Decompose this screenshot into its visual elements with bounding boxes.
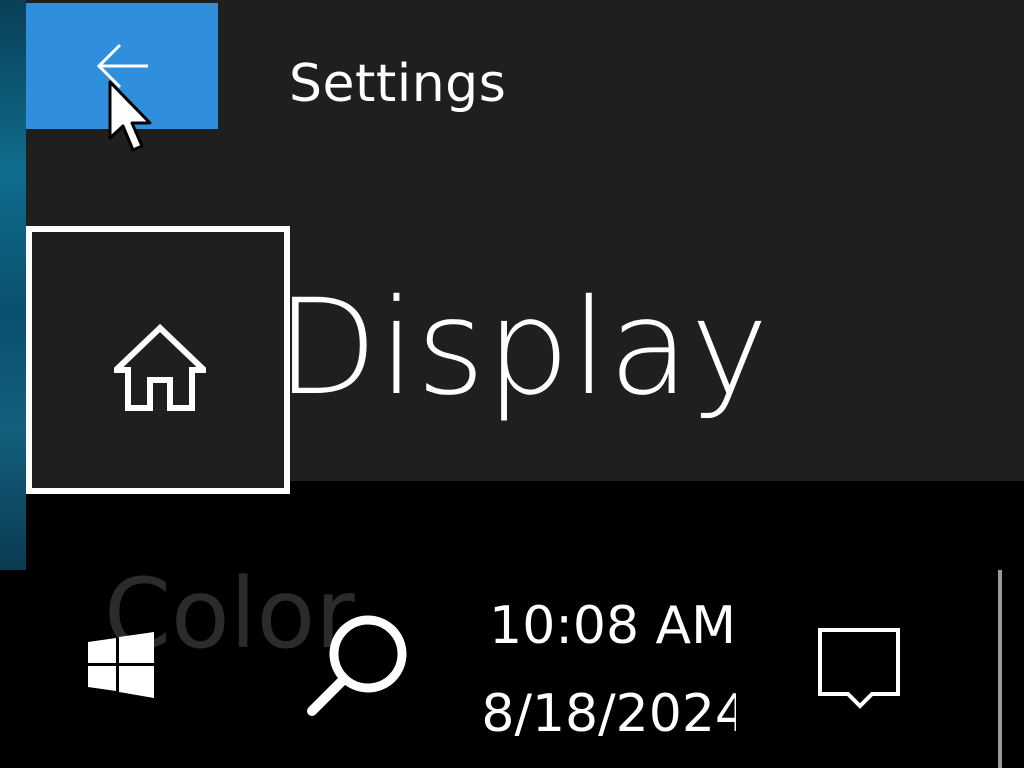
notification-icon [818,628,900,709]
home-button[interactable] [26,226,290,494]
app-title: Settings [289,54,507,114]
action-center-button[interactable] [814,624,904,714]
settings-window: Settings Display Color 10:08 AM 8/18/202… [26,0,1024,768]
back-button[interactable] [26,3,218,129]
clock-date: 8/18/2024 [481,684,736,744]
search-icon [307,615,407,716]
arrow-left-icon [96,43,148,89]
clock-time: 10:08 AM [489,596,736,656]
home-icon [114,324,206,411]
taskbar-clock[interactable]: 10:08 AM 8/18/2024 [466,590,736,760]
desktop-wallpaper-edge [0,0,26,570]
show-desktop-button[interactable] [998,570,1002,768]
screen: Settings Display Color 10:08 AM 8/18/202… [0,0,1024,768]
windows-logo-icon [88,632,154,698]
start-button[interactable] [86,630,156,700]
page-title: Display [276,271,770,425]
search-button[interactable] [304,610,414,720]
